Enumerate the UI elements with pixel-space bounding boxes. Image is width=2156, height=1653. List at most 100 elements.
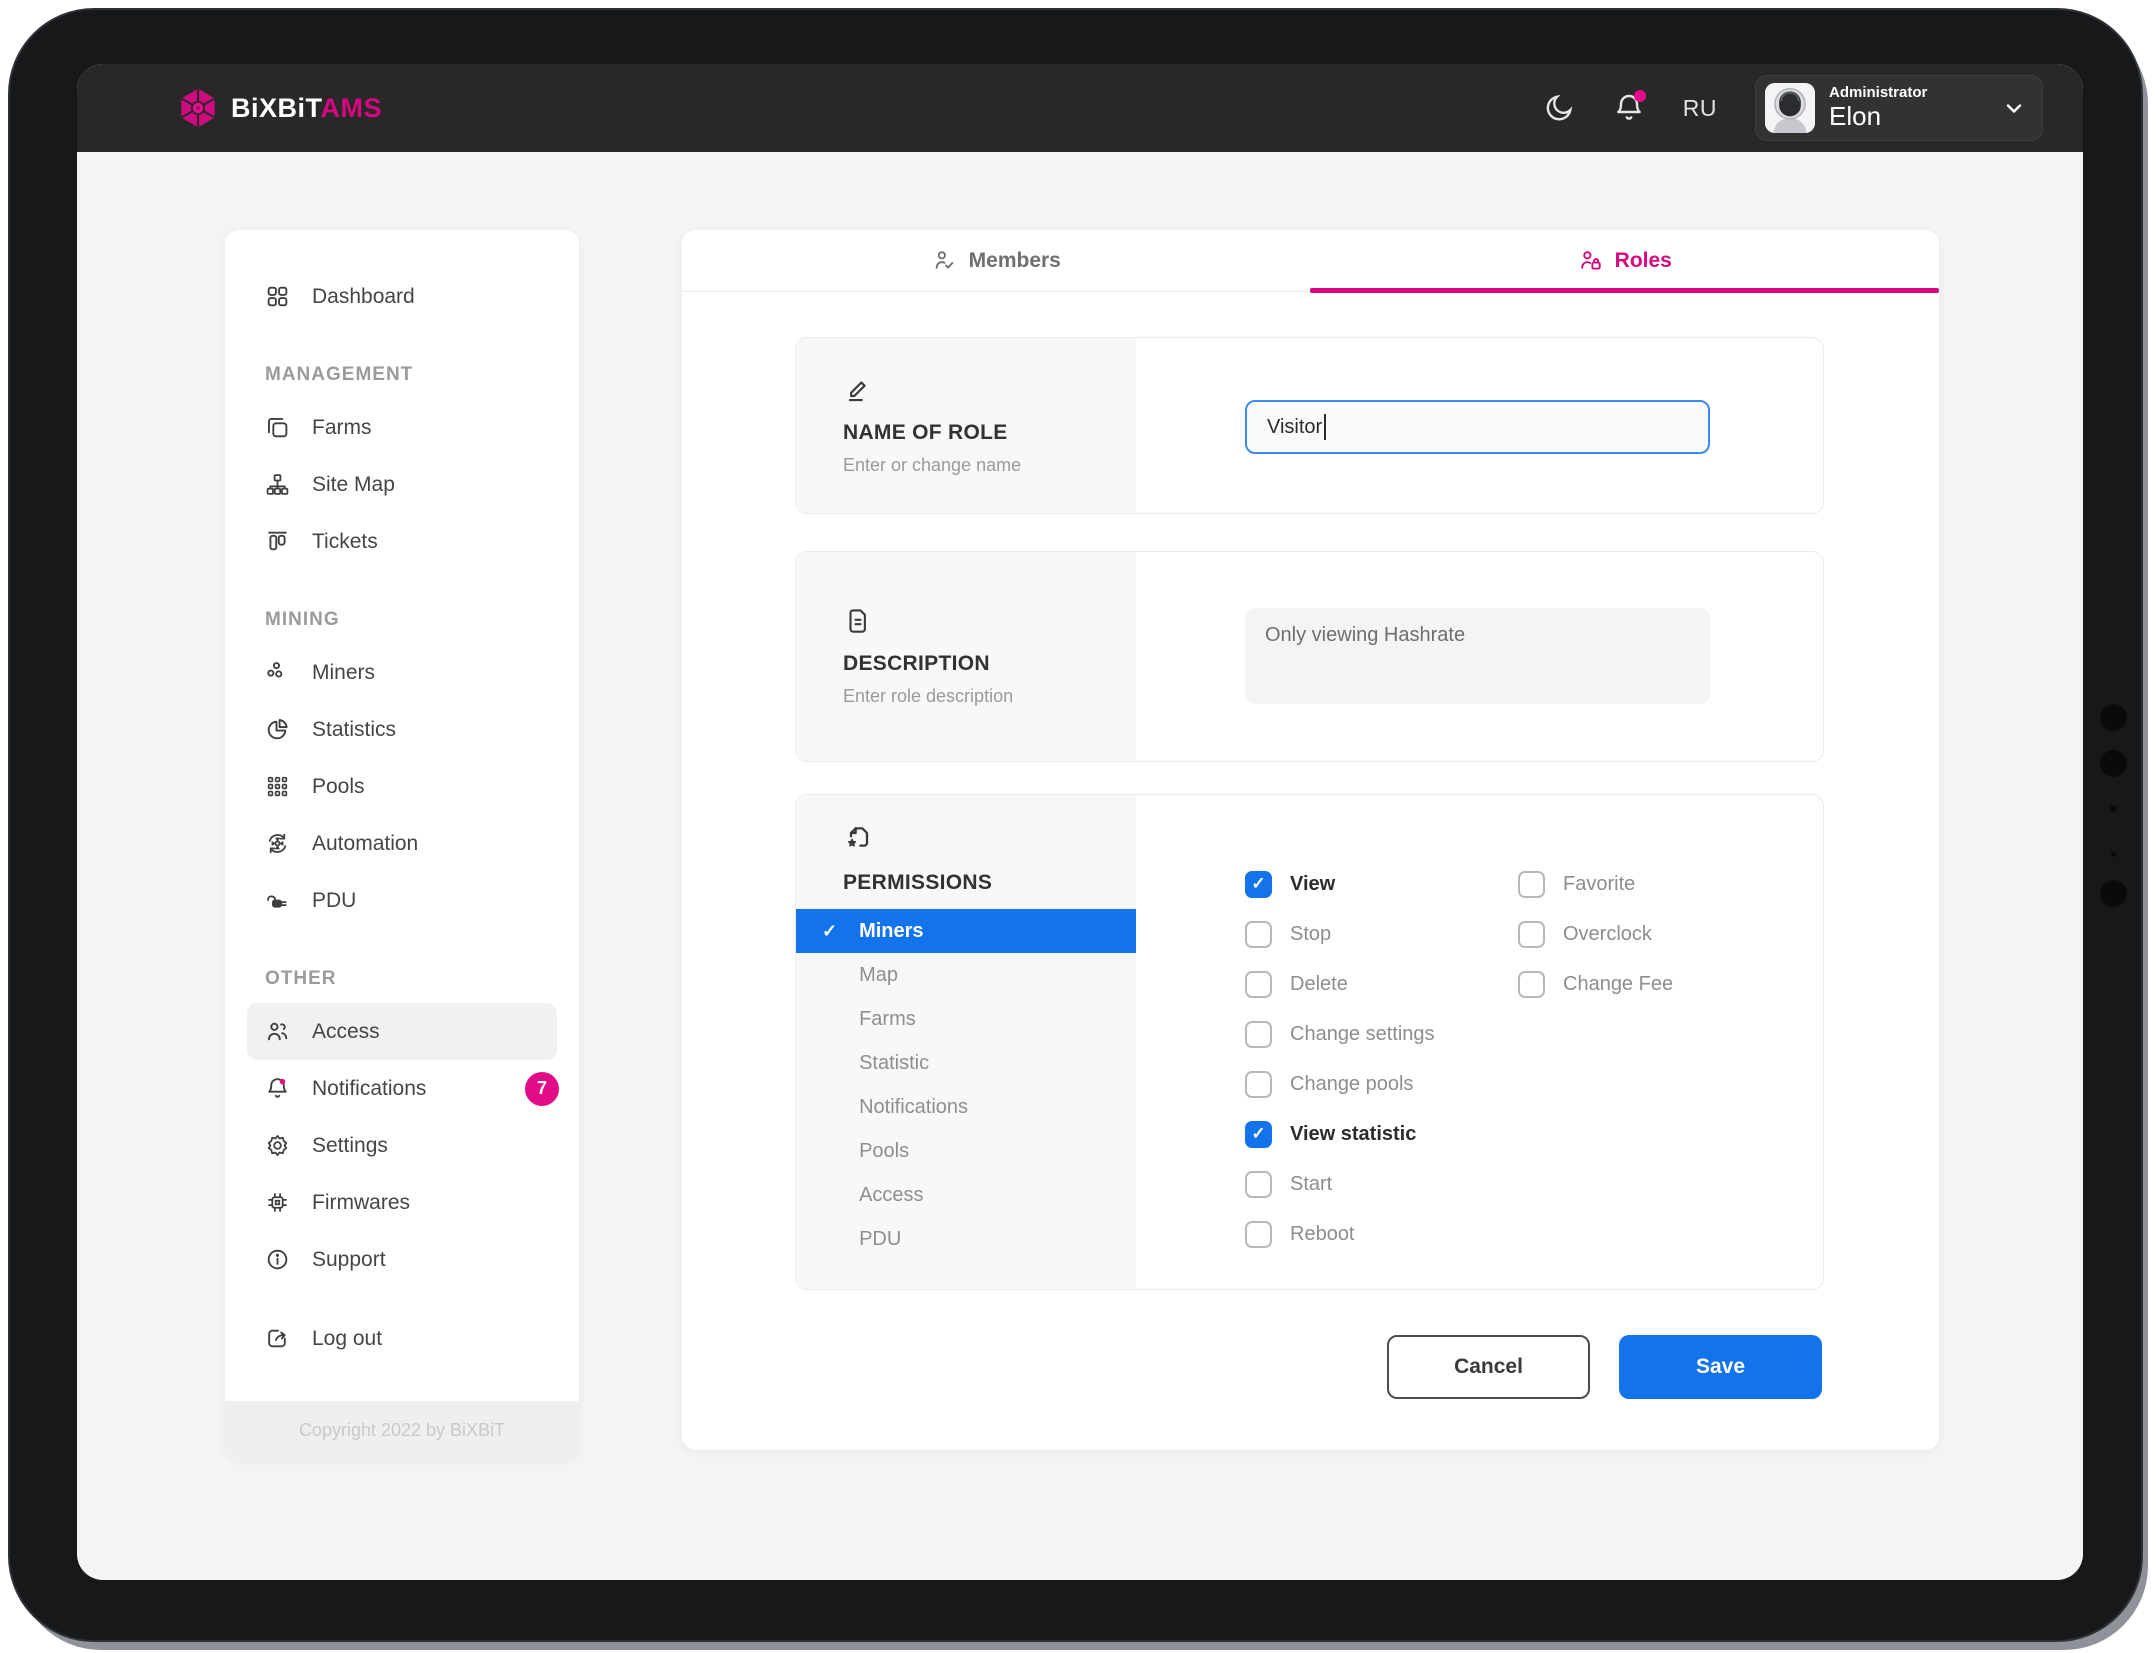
sidebar-item-statistics[interactable]: Statistics [225, 701, 579, 758]
checkbox[interactable] [1245, 1171, 1272, 1198]
category-label: Statistic [859, 1052, 929, 1075]
page: BiXBiTAMS RU [0, 0, 2156, 1653]
role-description-value: Only viewing Hashrate [1265, 624, 1465, 646]
side-button-dot [2111, 852, 2116, 857]
checkbox-change-fee[interactable]: Change Fee [1518, 959, 1673, 1009]
user-role: Administrator [1829, 84, 1927, 101]
tab-roles[interactable]: Roles [1311, 230, 1940, 291]
section-subtitle: Enter or change name [843, 455, 1136, 476]
category-label: Miners [859, 920, 923, 943]
sidebar-item-support[interactable]: Support [225, 1231, 579, 1288]
category-miners[interactable]: ✓ Miners [796, 909, 1136, 953]
sidebar-item-label: Automation [312, 832, 418, 856]
checkbox-view[interactable]: View [1245, 859, 1435, 909]
checkbox-change-pools[interactable]: Change pools [1245, 1059, 1435, 1109]
sidebar-item-automation[interactable]: Automation [225, 815, 579, 872]
brand-name: BiXBiTAMS [231, 93, 382, 124]
sidebar-item-label: Dashboard [312, 285, 415, 309]
permission-category-list: ✓ Miners ✓ Map ✓ Farms [796, 909, 1136, 1261]
sidebar-item-label: Notifications [312, 1077, 426, 1101]
checkbox[interactable] [1245, 1071, 1272, 1098]
sidebar-item-label: Farms [312, 416, 372, 440]
sidebar-item-settings[interactable]: Settings [225, 1117, 579, 1174]
sidebar-item-notifications[interactable]: Notifications 7 [225, 1060, 579, 1117]
cancel-button[interactable]: Cancel [1387, 1335, 1590, 1399]
sidebar-item-label: Statistics [312, 718, 396, 742]
checkbox[interactable] [1518, 971, 1545, 998]
sidebar-item-tickets[interactable]: Tickets [225, 513, 579, 570]
checkbox-overclock[interactable]: Overclock [1518, 909, 1673, 959]
checkbox-view-statistic[interactable]: View statistic [1245, 1109, 1435, 1159]
astronaut-avatar-image [1765, 83, 1815, 133]
checkbox[interactable] [1245, 971, 1272, 998]
sidebar-item-dashboard[interactable]: Dashboard [225, 268, 579, 325]
category-statistic[interactable]: ✓ Statistic [796, 1041, 1136, 1085]
copyright: Copyright 2022 by BiXBiT [225, 1401, 579, 1459]
sidebar-item-farms[interactable]: Farms [225, 399, 579, 456]
user-menu[interactable]: Administrator Elon [1755, 75, 2043, 141]
category-notifications[interactable]: ✓ Notifications [796, 1085, 1136, 1129]
divider-space [225, 1288, 579, 1310]
checkbox-start[interactable]: Start [1245, 1159, 1435, 1209]
checkbox-change-settings[interactable]: Change settings [1245, 1009, 1435, 1059]
checkbox-label: Change Fee [1563, 973, 1673, 996]
checkbox-label: Reboot [1290, 1223, 1355, 1246]
chip-icon [265, 1190, 290, 1215]
sidebar-item-label: Access [312, 1020, 380, 1044]
sidebar-item-label: Miners [312, 661, 375, 685]
side-button-dot [2100, 750, 2127, 777]
tab-members[interactable]: Members [682, 230, 1311, 291]
notifications-button[interactable] [1613, 92, 1645, 124]
side-button-dot [2100, 704, 2127, 731]
gear-icon [265, 1133, 290, 1158]
checkbox-favorite[interactable]: Favorite [1518, 859, 1673, 909]
checkbox[interactable] [1245, 1021, 1272, 1048]
moon-icon [1543, 92, 1575, 124]
sidebar-item-label: Log out [312, 1327, 382, 1351]
pdu-icon [265, 888, 290, 913]
checkbox[interactable] [1245, 871, 1272, 898]
checkbox[interactable] [1518, 921, 1545, 948]
sidebar-item-pools[interactable]: Pools [225, 758, 579, 815]
sidebar-item-pdu[interactable]: PDU [225, 872, 579, 929]
category-farms[interactable]: ✓ Farms [796, 997, 1136, 1041]
check-icon: ✓ [822, 921, 837, 942]
permissions-info: PERMISSIONS ✓ Miners ✓ Map ✓ [796, 795, 1136, 1289]
category-pdu[interactable]: ✓ PDU [796, 1217, 1136, 1261]
checkbox[interactable] [1518, 871, 1545, 898]
sidebar-item-label: Settings [312, 1134, 388, 1158]
checkbox-label: Change settings [1290, 1023, 1435, 1046]
role-description-textarea[interactable]: Only viewing Hashrate [1245, 608, 1710, 704]
sidebar-item-firmwares[interactable]: Firmwares [225, 1174, 579, 1231]
sidebar-item-miners[interactable]: Miners [225, 644, 579, 701]
checkbox-stop[interactable]: Stop [1245, 909, 1435, 959]
category-access[interactable]: ✓ Access [796, 1173, 1136, 1217]
brand-suffix: AMS [321, 93, 383, 123]
notifications-count-badge: 7 [525, 1072, 559, 1106]
tab-label: Members [969, 249, 1061, 273]
sidebar-item-site-map[interactable]: Site Map [225, 456, 579, 513]
category-map[interactable]: ✓ Map [796, 953, 1136, 997]
role-name-input[interactable]: Visitor [1245, 400, 1710, 454]
description-info: DESCRIPTION Enter role description [796, 552, 1136, 761]
checkbox[interactable] [1245, 921, 1272, 948]
checkbox-label: Stop [1290, 923, 1331, 946]
sidebar-item-access[interactable]: Access [247, 1003, 557, 1060]
category-label: Farms [859, 1008, 916, 1031]
section-subtitle: Enter role description [843, 686, 1136, 707]
checkbox-label: View [1290, 873, 1335, 896]
category-pools[interactable]: ✓ Pools [796, 1129, 1136, 1173]
name-of-role-section: NAME OF ROLE Enter or change name Visito… [795, 337, 1824, 514]
brand-logo[interactable]: BiXBiTAMS [177, 86, 382, 130]
save-button[interactable]: Save [1619, 1335, 1822, 1399]
checkbox[interactable] [1245, 1221, 1272, 1248]
tablet-frame: BiXBiTAMS RU [8, 8, 2143, 1642]
dark-mode-toggle[interactable] [1543, 92, 1575, 124]
checkbox[interactable] [1245, 1121, 1272, 1148]
sidebar-item-logout[interactable]: Log out [225, 1310, 579, 1367]
permissions-column-2: Favorite Overclock Change Fee [1518, 859, 1673, 1009]
checkbox-delete[interactable]: Delete [1245, 959, 1435, 1009]
language-selector[interactable]: RU [1683, 95, 1717, 122]
automation-icon [265, 831, 290, 856]
checkbox-reboot[interactable]: Reboot [1245, 1209, 1435, 1259]
